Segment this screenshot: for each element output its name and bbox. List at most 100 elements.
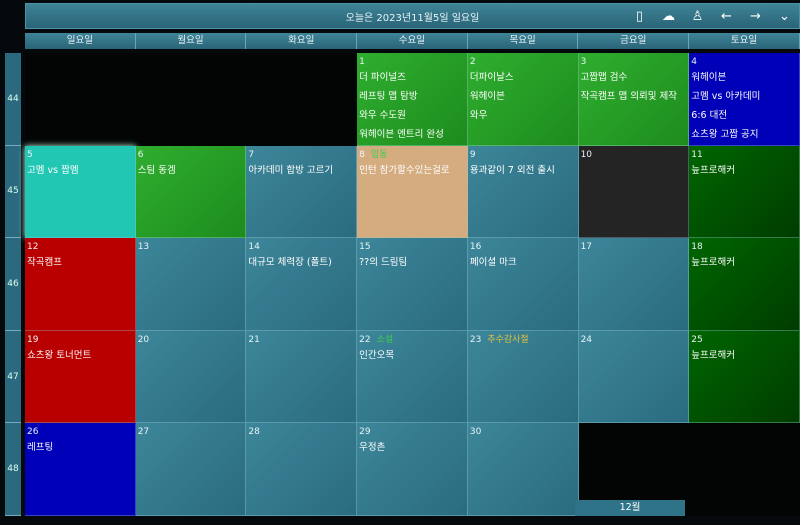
day-cell[interactable]: 17 (578, 238, 690, 331)
day-cell[interactable]: 26 레프팅 (25, 423, 136, 516)
event-item[interactable]: 워헤이븐 (470, 87, 576, 106)
calendar-grid: 1더 파이널즈 레프팅 맵 탐방 와우 수도원 워헤이븐 엔트리 완성 2 더파이날스 워헤… (25, 53, 800, 516)
day-number: 4 (691, 57, 698, 67)
cloud-check-icon[interactable]: ☁ (660, 8, 677, 25)
day-number: 11 (691, 149, 703, 160)
event-item[interactable]: 고멤 vs 짭멤 (27, 161, 133, 180)
day-cell[interactable]: 28 (246, 423, 358, 516)
day-number: 25 (691, 334, 703, 345)
day-cell[interactable]: 23 추수감사절 (467, 330, 579, 424)
event-item[interactable]: 와우 (470, 106, 576, 125)
day-number: 8 (359, 149, 365, 160)
day-cell[interactable]: 6 스팀 동겜 (135, 145, 247, 239)
event-item[interactable]: 더파이날스 (470, 68, 576, 87)
day-number: 13 (137, 242, 150, 253)
phone-icon[interactable]: ▯ (631, 8, 648, 25)
event-item[interactable]: 와우 수도원 (359, 106, 465, 125)
day-number: 21 (248, 334, 260, 345)
empty-cell (25, 53, 136, 146)
day-number: 17 (580, 242, 593, 253)
event-item[interactable]: 대규모 체력장 (폴트) (248, 253, 354, 272)
event-item[interactable]: 우정촌 (359, 438, 465, 457)
event-item[interactable]: ??의 드림팀 (359, 253, 465, 272)
event-item[interactable]: 작곡캠프 맵 의뢰및 제작 (581, 87, 687, 106)
arrow-right-icon[interactable]: → (747, 8, 764, 25)
day-cell[interactable]: 10 (578, 145, 690, 239)
event-item[interactable]: 인간오목 (359, 346, 465, 365)
weekday-label: 화요일 (246, 33, 358, 49)
day-cell[interactable]: 11 늪프로해커 (689, 145, 800, 239)
day-cell[interactable]: 21 (246, 330, 358, 424)
day-number: 3 (580, 57, 587, 67)
event-item[interactable]: 고멤 vs 아카데미 (691, 87, 797, 106)
day-number: 23 (469, 334, 482, 345)
week-number: 46 (5, 238, 21, 331)
day-number: 6 (137, 149, 144, 160)
chevron-down-icon[interactable]: ⌄ (776, 8, 793, 25)
event-item[interactable]: 고짭맵 검수 (581, 68, 687, 87)
day-cell[interactable]: 24 (578, 330, 690, 424)
day-cell[interactable]: 12 작곡캠프 (25, 238, 136, 331)
day-cell[interactable]: 1더 파이널즈 레프팅 맵 탐방 와우 수도원 워헤이븐 엔트리 완성 (357, 53, 468, 146)
day-number: 27 (137, 427, 150, 438)
day-cell[interactable]: 8 입동 인턴 참가할수있는걸로 (357, 145, 468, 239)
title-bar: 오늘은 2023년11월5일 일요일 ▯ ☁ ♙ ← → ⌄ (25, 3, 800, 29)
event-item[interactable]: 늪프로해커 (691, 161, 797, 180)
day-cell[interactable]: 16 페이셜 마크 (467, 238, 579, 331)
event-item[interactable]: 작곡캠프 (27, 253, 133, 272)
holiday-label: 입동 (370, 149, 388, 160)
day-cell[interactable]: 7 아카데미 합방 고르기 (246, 145, 358, 239)
day-number: 5 (27, 149, 33, 160)
day-number: 16 (469, 242, 482, 253)
weekday-label: 일요일 (25, 33, 136, 49)
day-number: 14 (248, 242, 260, 253)
event-item[interactable]: 늪프로해커 (691, 253, 797, 272)
event-item[interactable]: 쇼츠왕 고짭 공지 (691, 125, 797, 144)
day-number: 9 (469, 149, 476, 160)
event-item[interactable]: 용과같이 7 외전 출시 (470, 161, 576, 180)
weekday-label: 금요일 (578, 33, 690, 49)
day-number: 19 (27, 334, 39, 345)
day-cell[interactable]: 20 (135, 330, 247, 424)
weekday-label: 월요일 (135, 33, 247, 49)
day-cell[interactable]: 19 쇼츠왕 토너먼트 (25, 330, 136, 424)
day-cell[interactable]: 25 늪프로해커 (689, 330, 800, 424)
event-item[interactable]: 워헤이븐 (691, 68, 797, 87)
week-number: 48 (5, 423, 21, 516)
day-cell[interactable]: 3 고짭맵 검수 작곡캠프 맵 의뢰및 제작 (578, 53, 690, 146)
event-item[interactable]: 더 파이널즈 (359, 68, 465, 87)
day-cell[interactable]: 22 소설 인간오목 (357, 330, 468, 424)
event-item[interactable]: 스팀 동겜 (138, 161, 244, 180)
event-item[interactable]: 레프팅 (27, 438, 133, 457)
day-cell[interactable]: 27 (135, 423, 247, 516)
week-number: 44 (5, 53, 21, 146)
day-number: 28 (248, 427, 260, 438)
day-cell[interactable]: 30 (467, 423, 579, 516)
arrow-left-icon[interactable]: ← (718, 8, 735, 25)
weekday-label: 목요일 (467, 33, 579, 49)
holiday-label: 추수감사절 (487, 334, 529, 345)
person-icon[interactable]: ♙ (689, 8, 706, 25)
day-number: 1 (359, 57, 365, 67)
event-item[interactable]: 레프팅 맵 탐방 (359, 87, 465, 106)
day-cell[interactable]: 2 더파이날스 워헤이븐 와우 (467, 53, 579, 146)
event-item[interactable]: 늪프로해커 (691, 346, 797, 365)
day-number: 10 (580, 149, 593, 160)
day-cell[interactable]: 18 늪프로해커 (689, 238, 800, 331)
event-item[interactable]: 6:6 대전 (691, 106, 797, 125)
event-item[interactable]: 쇼츠왕 토너먼트 (27, 346, 133, 365)
event-item[interactable]: 인턴 참가할수있는걸로 (359, 161, 465, 180)
event-item[interactable]: 워헤이븐 엔트리 완성 (359, 125, 465, 144)
next-month-button[interactable]: 12월 (575, 500, 685, 516)
day-cell[interactable]: 15 ??의 드림팀 (357, 238, 468, 331)
weekday-label: 토요일 (689, 33, 800, 49)
day-cell[interactable]: 13 (135, 238, 247, 331)
day-number: 22 (359, 334, 371, 345)
day-cell[interactable]: 4 워헤이븐 고멤 vs 아카데미 6:6 대전 쇼츠왕 고짭 공지 (689, 53, 800, 146)
day-cell[interactable]: 5 고멤 vs 짭멤 (25, 145, 136, 239)
event-item[interactable]: 아카데미 합방 고르기 (248, 161, 354, 180)
day-cell[interactable]: 14 대규모 체력장 (폴트) (246, 238, 358, 331)
day-cell[interactable]: 29 우정촌 (357, 423, 468, 516)
day-cell[interactable]: 9 용과같이 7 외전 출시 (467, 145, 579, 239)
event-item[interactable]: 페이셜 마크 (470, 253, 576, 272)
